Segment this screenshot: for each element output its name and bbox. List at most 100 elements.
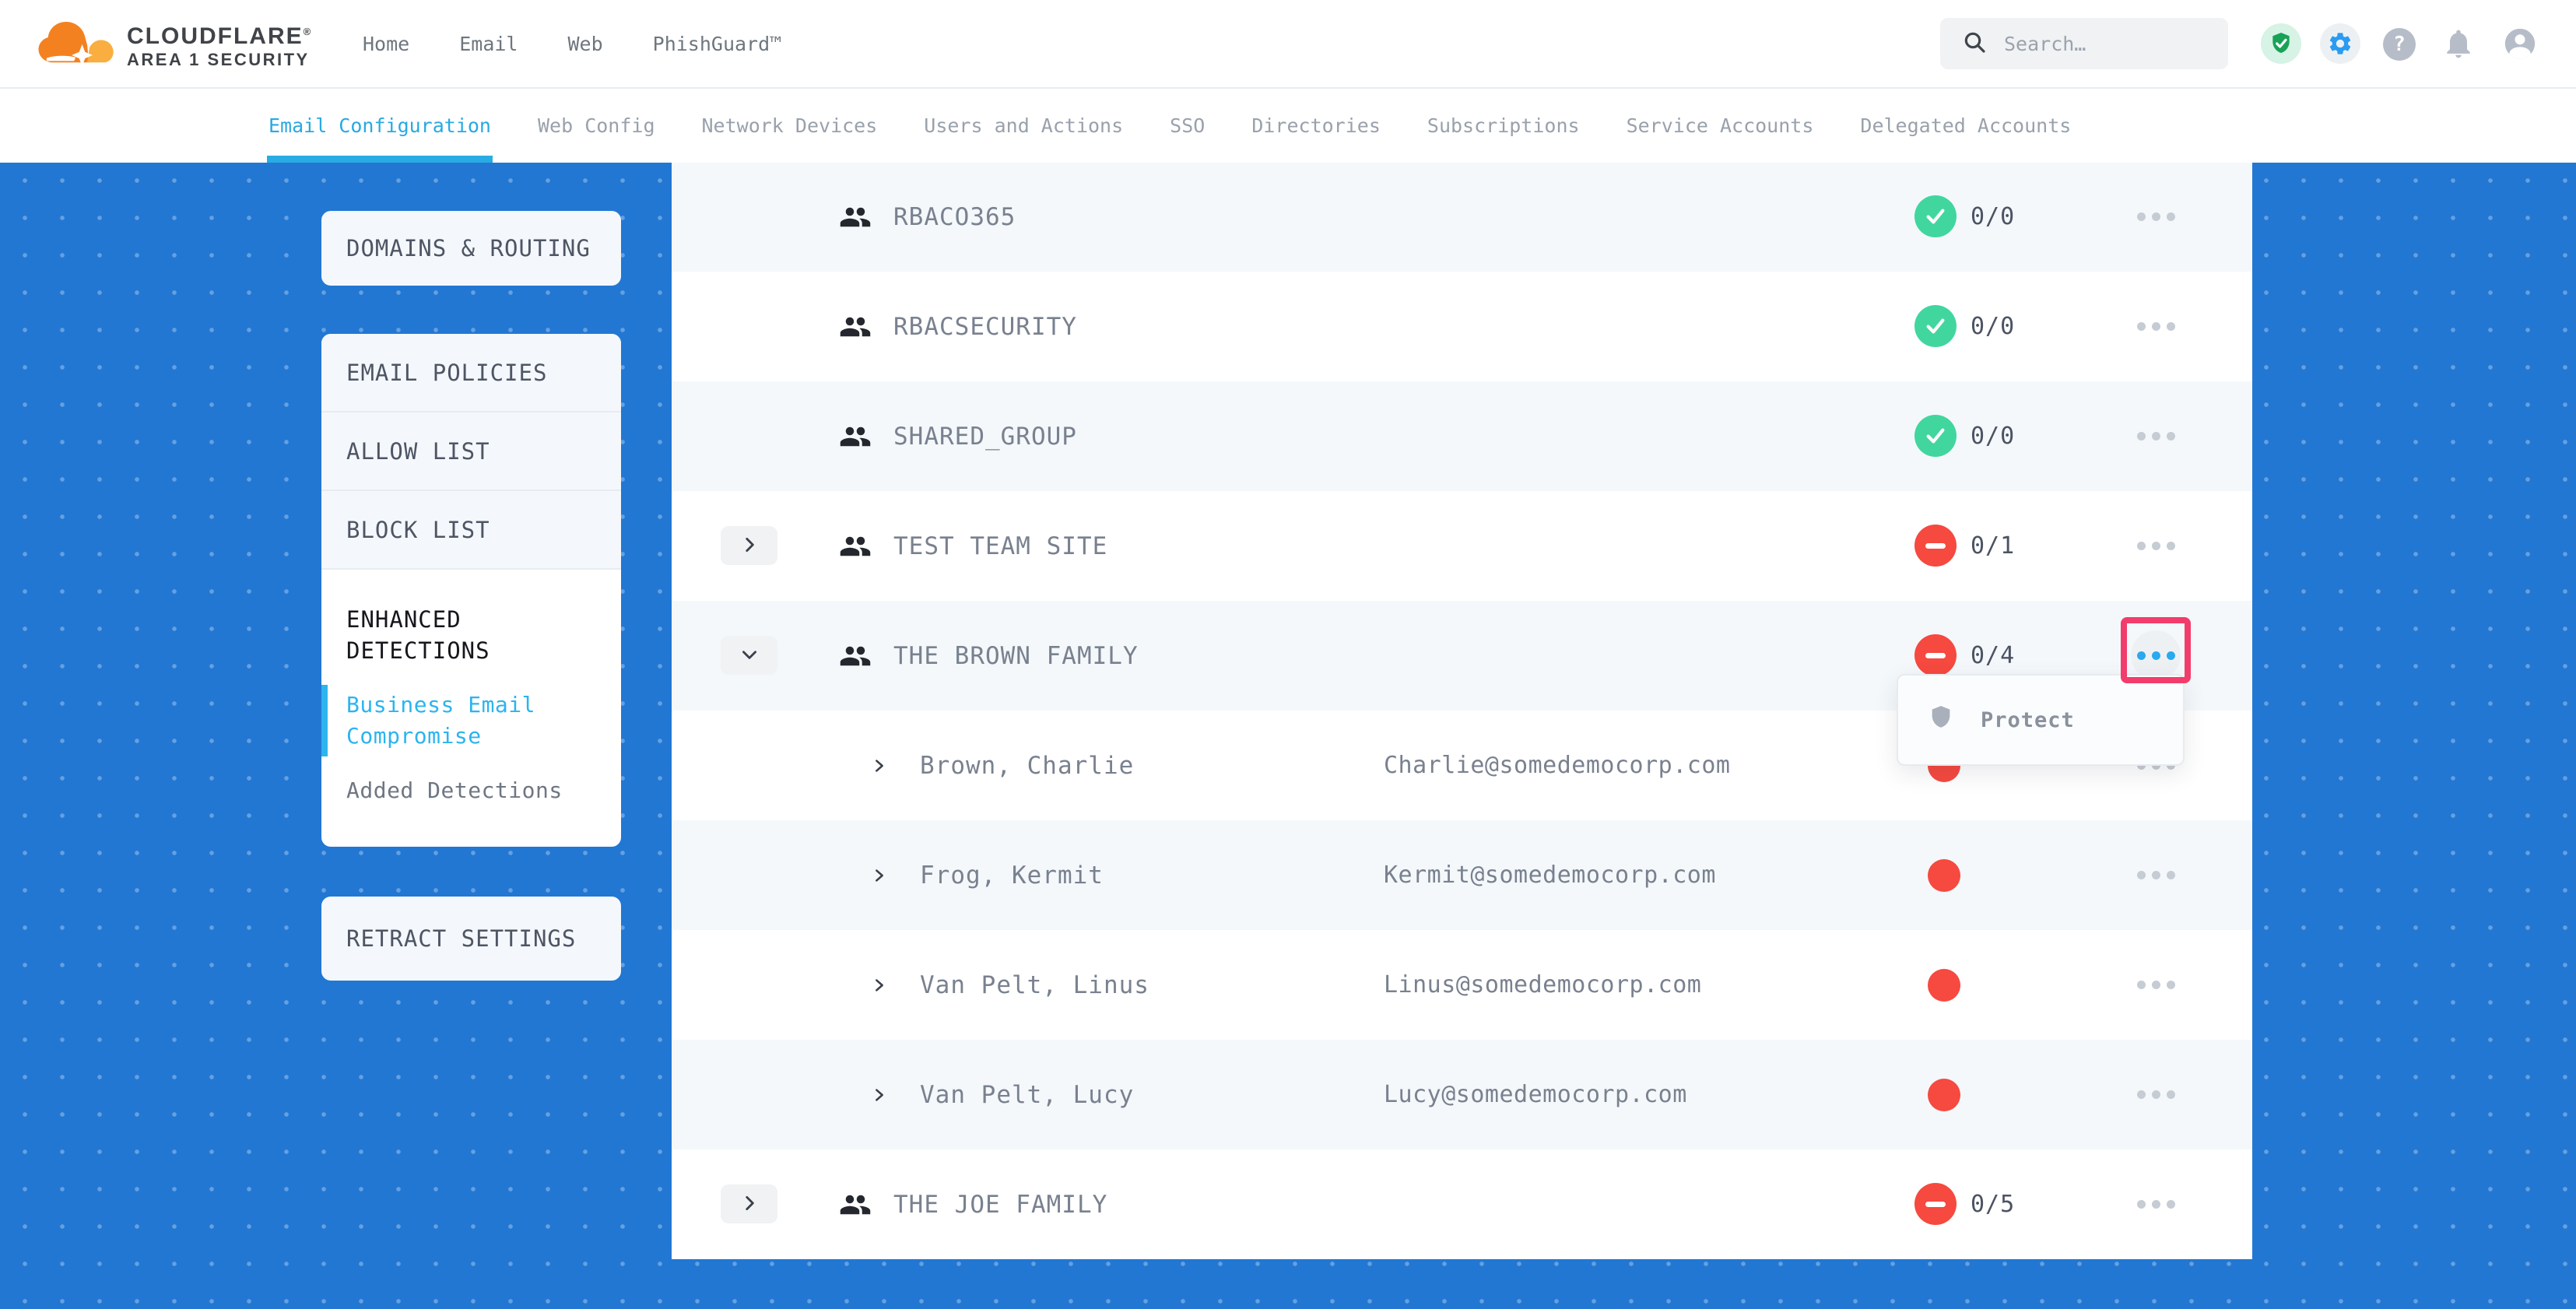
enhanced-detections-title[interactable]: ENHANCED DETECTIONS bbox=[346, 604, 580, 666]
status-alert-badge bbox=[1914, 1183, 1957, 1225]
tab-email-configuration[interactable]: Email Configuration bbox=[268, 89, 491, 163]
group-name: THE BROWN FAMILY bbox=[893, 601, 1139, 711]
sidebar-item-label: BLOCK LIST bbox=[346, 517, 490, 543]
row-menu-button[interactable] bbox=[2131, 960, 2181, 1009]
tab-directories[interactable]: Directories bbox=[1251, 89, 1381, 163]
user-email: Kermit@somedemocorp.com bbox=[1384, 820, 1716, 930]
sidebar-item-label: EMAIL POLICIES bbox=[346, 360, 547, 386]
group-icon bbox=[839, 162, 872, 272]
group-name: RBACSECURITY bbox=[893, 272, 1077, 381]
minus-icon bbox=[1925, 1202, 1946, 1207]
sidebar-subitem-added-detections[interactable]: Added Detections bbox=[346, 775, 591, 806]
settings-gear-icon[interactable] bbox=[2320, 23, 2360, 64]
chevron-right-icon bbox=[871, 1040, 888, 1149]
section-tabs: Email Configuration Web Config Network Dev… bbox=[0, 89, 2576, 163]
collapse-button[interactable] bbox=[721, 636, 777, 675]
tab-subscriptions[interactable]: Subscriptions bbox=[1427, 89, 1580, 163]
help-icon[interactable]: ? bbox=[2383, 28, 2416, 61]
user-name: Van Pelt, Linus bbox=[920, 930, 1149, 1040]
notifications-bell-icon[interactable] bbox=[2440, 25, 2477, 62]
chevron-right-icon bbox=[739, 535, 760, 557]
group-name: TEST TEAM SITE bbox=[893, 491, 1107, 601]
top-nav-item-phishguard[interactable]: PhishGuard™ bbox=[653, 33, 782, 55]
group-icon bbox=[839, 1149, 872, 1259]
sidebar-item-email-policies[interactable]: EMAIL POLICIES bbox=[321, 334, 621, 412]
group-icon bbox=[839, 491, 872, 601]
account-icon[interactable] bbox=[2501, 25, 2539, 62]
chevron-right-icon bbox=[871, 820, 888, 930]
cloudflare-cloud-icon bbox=[33, 5, 121, 86]
chevron-right-icon bbox=[871, 711, 888, 820]
table-row-frog-kermit[interactable]: Frog, Kermit Kermit@somedemocorp.com bbox=[672, 820, 2252, 930]
page: CLOUDFLARE® AREA 1 SECURITY Home Email Web… bbox=[0, 0, 2576, 1309]
shield-icon bbox=[1928, 704, 1954, 736]
search-box[interactable]: Search… bbox=[1940, 18, 2228, 69]
enhanced-detections-subitems: Business Email Compromise Added Detection… bbox=[346, 690, 596, 806]
row-menu-button[interactable] bbox=[2131, 1179, 2181, 1229]
status-alert-badge bbox=[1914, 634, 1957, 676]
row-menu-button[interactable] bbox=[2131, 1069, 2181, 1119]
expand-button[interactable] bbox=[721, 1184, 777, 1223]
user-name: Brown, Charlie bbox=[920, 711, 1134, 820]
top-nav-item-email[interactable]: Email bbox=[459, 33, 518, 55]
cloudflare-logo: CLOUDFLARE® AREA 1 SECURITY bbox=[33, 5, 312, 86]
status-alert-badge bbox=[1914, 525, 1957, 567]
table-row-test-team-site[interactable]: TEST TEAM SITE 0/1 bbox=[672, 491, 2252, 601]
brand-name: CLOUDFLARE® bbox=[127, 19, 312, 50]
status-alert-dot bbox=[1928, 859, 1960, 892]
sidebar-item-domains-routing[interactable]: DOMAINS & ROUTING bbox=[321, 211, 621, 286]
table-row-van-pelt-linus[interactable]: Van Pelt, LinusLinus@somedemocorp.com bbox=[672, 930, 2252, 1040]
search-icon bbox=[1962, 30, 1987, 58]
tab-network-devices[interactable]: Network Devices bbox=[702, 89, 878, 163]
row-menu-button[interactable] bbox=[2131, 411, 2181, 461]
expand-button[interactable] bbox=[721, 526, 777, 565]
shield-check-icon[interactable] bbox=[2261, 23, 2301, 64]
search-placeholder: Search… bbox=[2004, 33, 2086, 55]
table-row-shared-group[interactable]: SHARED_GROUP0/0 bbox=[672, 381, 2252, 491]
table-row-rbacsecurity[interactable]: RBACSECURITY0/0 bbox=[672, 272, 2252, 381]
sidebar-item-block-list[interactable]: BLOCK LIST bbox=[321, 491, 621, 570]
chevron-down-icon bbox=[739, 644, 760, 667]
table-row-van-pelt-lucy[interactable]: Van Pelt, LucyLucy@somedemocorp.com bbox=[672, 1040, 2252, 1149]
protected-count: 0/0 bbox=[1971, 162, 2015, 272]
help-glyph: ? bbox=[2393, 33, 2406, 56]
protected-count: 0/1 bbox=[1971, 491, 2015, 601]
top-nav: Home Email Web PhishGuard™ bbox=[363, 0, 781, 87]
status-ok-badge bbox=[1914, 195, 1957, 237]
tab-service-accounts[interactable]: Service Accounts bbox=[1627, 89, 1814, 163]
tab-delegated-accounts[interactable]: Delegated Accounts bbox=[1860, 89, 2071, 163]
table-row-rbaco365[interactable]: RBACO365 0/0 bbox=[672, 162, 2252, 272]
row-menu-button[interactable] bbox=[2131, 301, 2181, 351]
protected-count: 0/0 bbox=[1971, 381, 2015, 491]
row-menu-button[interactable] bbox=[2131, 191, 2181, 241]
user-name: Frog, Kermit bbox=[920, 820, 1104, 930]
row-menu-button[interactable] bbox=[2131, 521, 2181, 570]
user-email: Charlie@somedemocorp.com bbox=[1384, 711, 1730, 820]
sidebar-item-label: RETRACT SETTINGS bbox=[346, 925, 576, 952]
row-menu-button[interactable] bbox=[2131, 850, 2181, 900]
sidebar-item-retract-settings[interactable]: RETRACT SETTINGS bbox=[321, 897, 621, 981]
status-ok-badge bbox=[1914, 305, 1957, 347]
context-menu-item-protect[interactable]: Protect bbox=[1898, 676, 2183, 764]
top-nav-item-web[interactable]: Web bbox=[567, 33, 602, 55]
sidebar-item-label: ALLOW LIST bbox=[346, 438, 490, 465]
top-nav-item-home[interactable]: Home bbox=[363, 33, 409, 55]
group-icon bbox=[839, 272, 872, 381]
group-icon bbox=[839, 601, 872, 711]
group-name: RBACO365 bbox=[893, 162, 1016, 272]
app-header: CLOUDFLARE® AREA 1 SECURITY Home Email Web… bbox=[0, 0, 2576, 89]
table-row-the-joe-family[interactable]: THE JOE FAMILY 0/5 bbox=[672, 1149, 2252, 1259]
tab-web-config[interactable]: Web Config bbox=[538, 89, 655, 163]
protected-count: 0/5 bbox=[1971, 1149, 2015, 1259]
highlight-annotation bbox=[2121, 617, 2191, 683]
tab-sso[interactable]: SSO bbox=[1170, 89, 1205, 163]
group-icon bbox=[839, 381, 872, 491]
sidebar-item-allow-list[interactable]: ALLOW LIST bbox=[321, 412, 621, 491]
context-menu-item-label: Protect bbox=[1981, 708, 2075, 732]
group-name: THE JOE FAMILY bbox=[893, 1149, 1107, 1259]
sidebar-subitem-business-email-compromise[interactable]: Business Email Compromise bbox=[346, 690, 591, 752]
brand-subtitle: AREA 1 SECURITY bbox=[127, 50, 312, 70]
status-alert-dot bbox=[1928, 969, 1960, 1002]
minus-icon bbox=[1925, 653, 1946, 658]
tab-users-and-actions[interactable]: Users and Actions bbox=[924, 89, 1123, 163]
